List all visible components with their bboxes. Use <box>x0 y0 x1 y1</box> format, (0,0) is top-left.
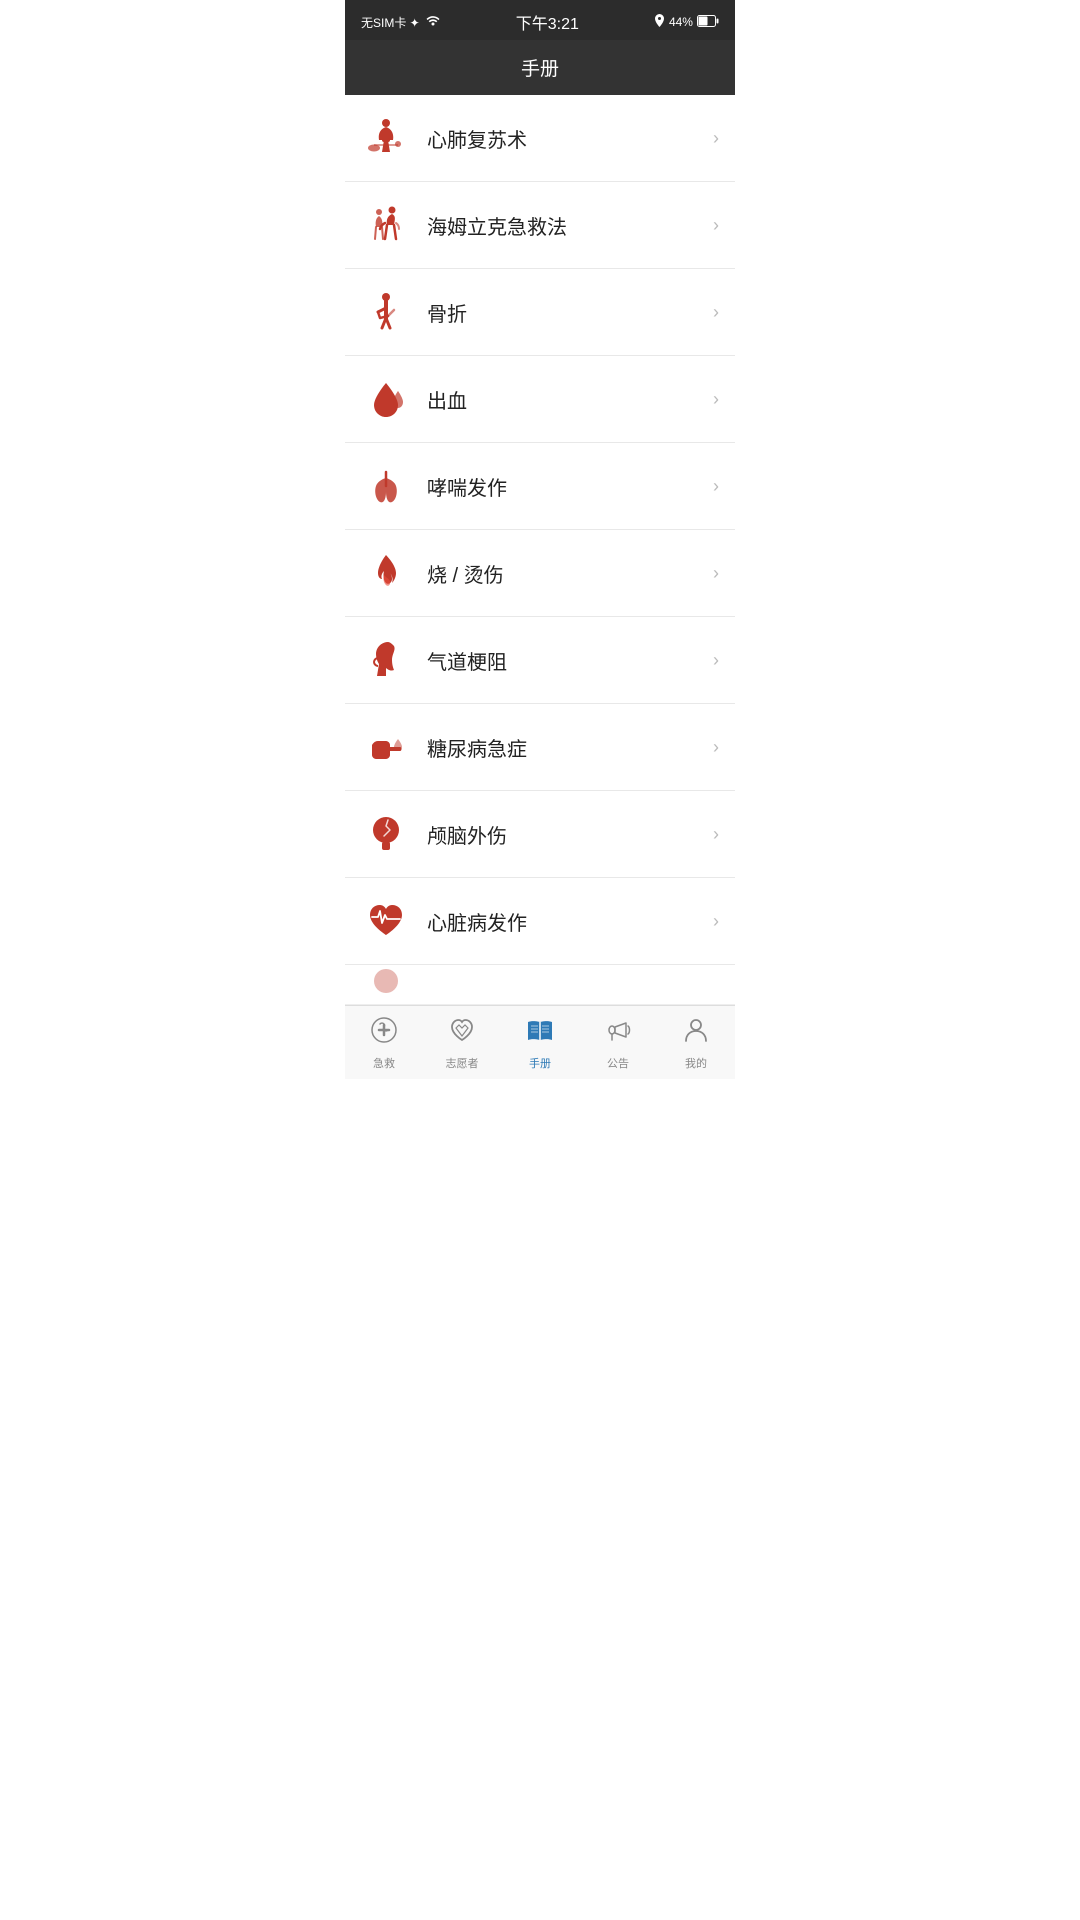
tab-volunteer-label: 志愿者 <box>446 1055 479 1071</box>
bleeding-icon <box>361 374 411 424</box>
list-item-headinjury[interactable]: 颅脑外伤 › <box>345 791 735 878</box>
heartattack-icon <box>361 896 411 946</box>
list-item-asthma-label: 哮喘发作 <box>427 472 705 501</box>
menu-list: 心肺复苏术 › 海姆立克急救法 › <box>345 95 735 1005</box>
list-item-cpr[interactable]: 心肺复苏术 › <box>345 95 735 182</box>
mine-icon <box>682 1016 710 1051</box>
tab-first-aid-label: 急救 <box>373 1055 395 1071</box>
diabetes-icon <box>361 722 411 772</box>
handbook-icon <box>525 1016 555 1051</box>
list-item-diabetes[interactable]: 糖尿病急症 › <box>345 704 735 791</box>
status-left: 无SIM卡 ✦ <box>361 14 441 31</box>
chevron-burn: › <box>713 563 719 584</box>
headinjury-icon <box>361 809 411 859</box>
list-item-heartattack[interactable]: 心脏病发作 › <box>345 878 735 965</box>
battery-percent: 44% <box>669 15 693 29</box>
list-item-bleeding-label: 出血 <box>427 385 705 414</box>
bulletin-icon <box>604 1016 632 1051</box>
tab-mine-label: 我的 <box>685 1055 707 1071</box>
status-bar: 无SIM卡 ✦ 下午3:21 44% <box>345 0 735 40</box>
heimlich-icon <box>361 200 411 250</box>
sim-status: 无SIM卡 ✦ <box>361 14 420 31</box>
list-item-bleeding[interactable]: 出血 › <box>345 356 735 443</box>
nav-bar: 手册 <box>345 40 735 95</box>
status-right: 44% <box>654 14 719 30</box>
chevron-airway: › <box>713 650 719 671</box>
burn-icon <box>361 548 411 598</box>
list-item-fracture[interactable]: 骨折 › <box>345 269 735 356</box>
chevron-heartattack: › <box>713 911 719 932</box>
tab-first-aid[interactable]: 急救 <box>345 1006 423 1079</box>
chevron-fracture: › <box>713 302 719 323</box>
tab-bulletin[interactable]: 公告 <box>579 1006 657 1079</box>
first-aid-icon <box>370 1016 398 1051</box>
volunteer-icon <box>448 1016 476 1051</box>
tab-bulletin-label: 公告 <box>607 1055 629 1071</box>
tab-handbook[interactable]: 手册 <box>501 1006 579 1079</box>
list-item-heimlich[interactable]: 海姆立克急救法 › <box>345 182 735 269</box>
time-display: 下午3:21 <box>516 10 579 34</box>
tab-volunteer[interactable]: 志愿者 <box>423 1006 501 1079</box>
cpr-icon <box>361 113 411 163</box>
tab-bar: 急救 志愿者 手册 <box>345 1005 735 1079</box>
wifi-icon <box>425 15 441 30</box>
airway-icon <box>361 635 411 685</box>
list-item-airway[interactable]: 气道梗阻 › <box>345 617 735 704</box>
list-item-heartattack-label: 心脏病发作 <box>427 907 705 936</box>
list-item-headinjury-label: 颅脑外伤 <box>427 820 705 849</box>
list-item-cpr-label: 心肺复苏术 <box>427 124 705 153</box>
chevron-diabetes: › <box>713 737 719 758</box>
list-item-diabetes-label: 糖尿病急症 <box>427 733 705 762</box>
asthma-icon <box>361 461 411 511</box>
location-icon <box>654 14 665 30</box>
more-icon <box>361 965 411 1005</box>
tab-mine[interactable]: 我的 <box>657 1006 735 1079</box>
list-item-fracture-label: 骨折 <box>427 298 705 327</box>
chevron-asthma: › <box>713 476 719 497</box>
page-title: 手册 <box>521 59 559 80</box>
list-item-burn[interactable]: 烧 / 烫伤 › <box>345 530 735 617</box>
list-item-burn-label: 烧 / 烫伤 <box>427 559 705 588</box>
list-item-airway-label: 气道梗阻 <box>427 646 705 675</box>
fracture-icon <box>361 287 411 337</box>
list-item-more[interactable] <box>345 965 735 1005</box>
list-item-heimlich-label: 海姆立克急救法 <box>427 211 705 240</box>
list-item-asthma[interactable]: 哮喘发作 › <box>345 443 735 530</box>
chevron-heimlich: › <box>713 215 719 236</box>
tab-handbook-label: 手册 <box>529 1055 551 1071</box>
chevron-bleeding: › <box>713 389 719 410</box>
chevron-cpr: › <box>713 128 719 149</box>
battery-icon <box>697 15 719 30</box>
chevron-headinjury: › <box>713 824 719 845</box>
